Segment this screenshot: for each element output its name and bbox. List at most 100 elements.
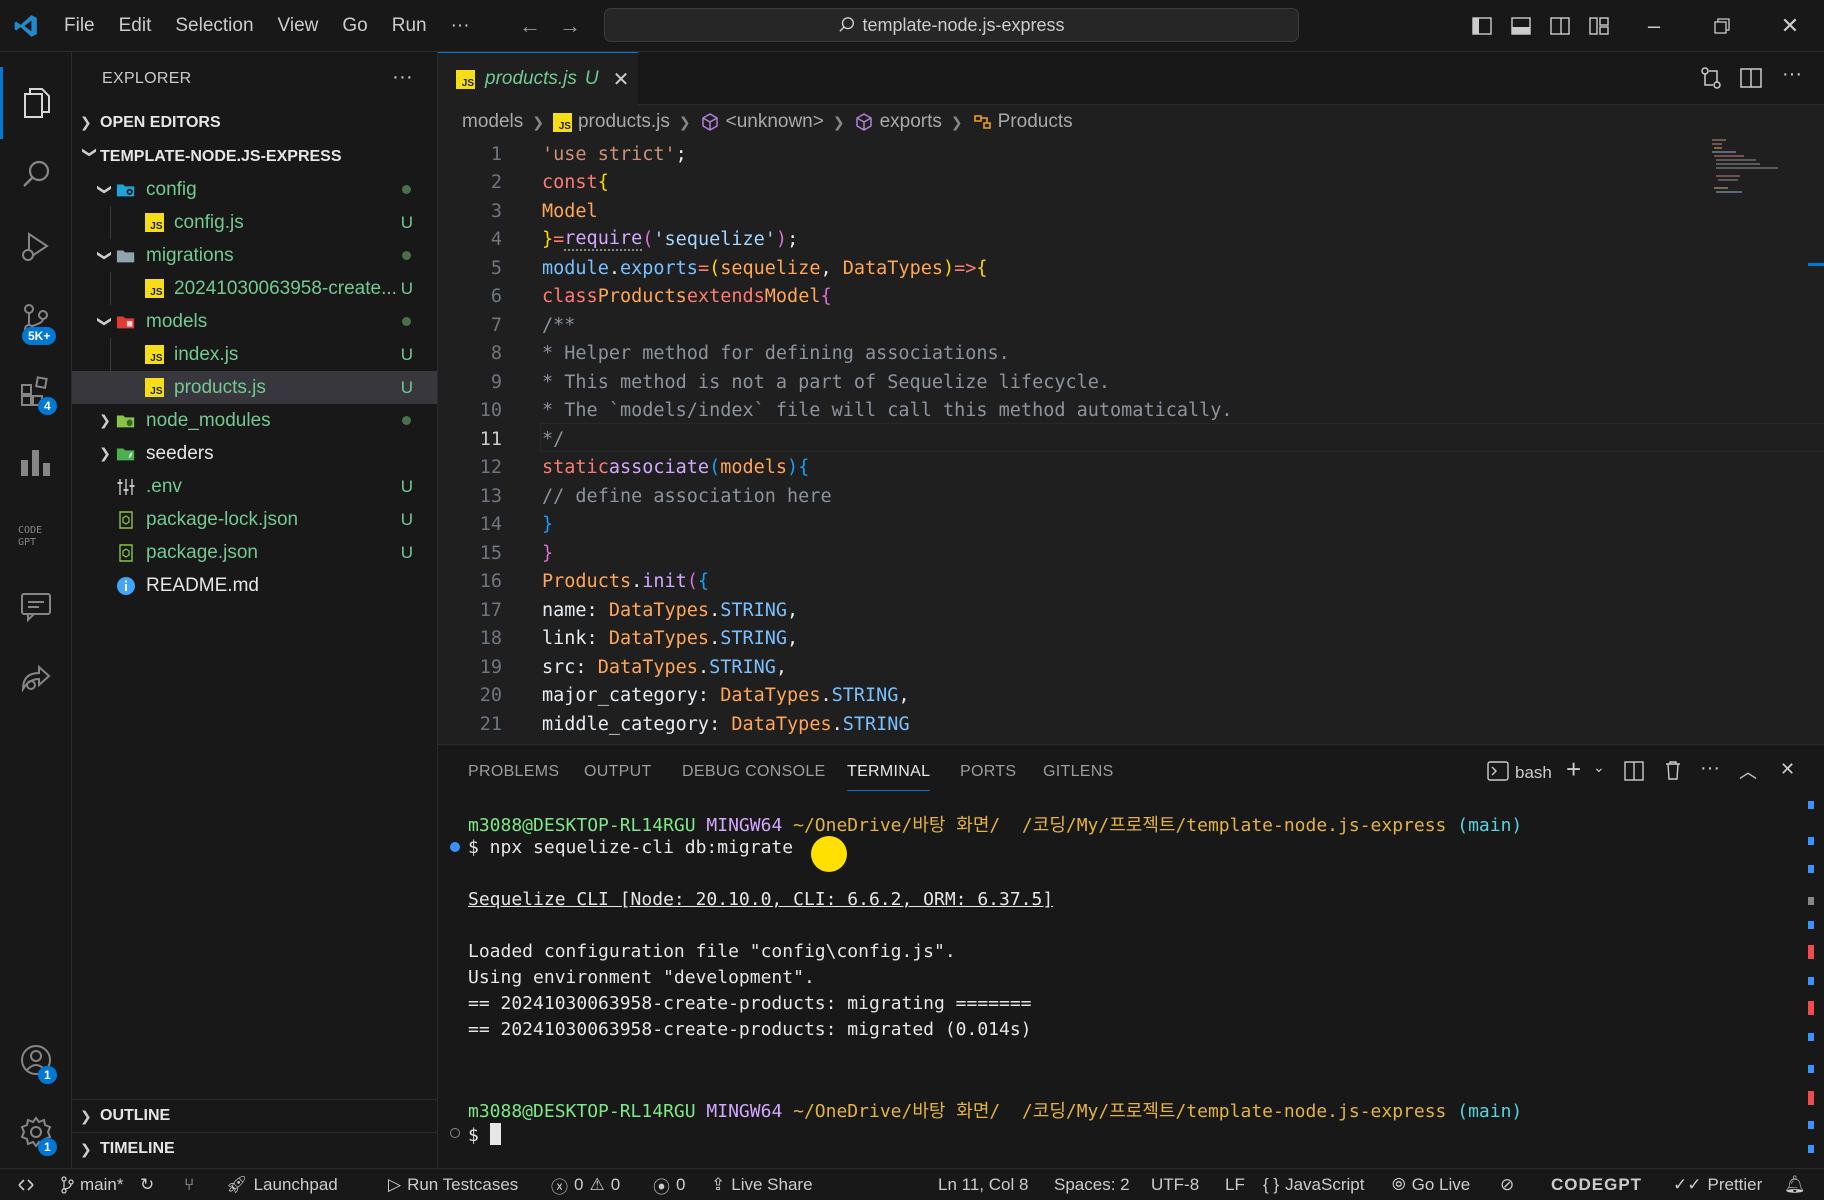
testcases-item[interactable]: ▷ Run Testcases xyxy=(388,1169,518,1200)
breadcrumb-unknown[interactable]: <unknown> xyxy=(726,111,824,133)
tree-item[interactable]: JS index.js U xyxy=(72,338,437,371)
tab-output[interactable]: OUTPUT xyxy=(584,763,652,781)
branch-item[interactable]: main* xyxy=(60,1169,123,1200)
breadcrumb-file[interactable]: products.js xyxy=(578,111,670,133)
outline-section[interactable]: ❯ OUTLINE xyxy=(72,1099,437,1132)
close-tab-icon[interactable]: ✕ xyxy=(613,67,630,92)
new-terminal-icon[interactable]: + xyxy=(1566,754,1581,785)
breadcrumb-products[interactable]: Products xyxy=(998,111,1073,133)
scm-badge: 5K+ xyxy=(22,327,57,345)
command-success-dot[interactable] xyxy=(450,842,460,852)
run-debug-icon[interactable] xyxy=(0,211,72,283)
code-editor[interactable]: 1'use strict'; 2 const { 3 Model 4} = req… xyxy=(438,139,1824,744)
remote-indicator-icon[interactable] xyxy=(0,1169,52,1200)
chevron-down-icon[interactable]: ⌄ xyxy=(1593,759,1605,776)
editor-more-icon[interactable]: ··· xyxy=(1782,63,1802,86)
explorer-icon[interactable] xyxy=(0,67,72,139)
timeline-section[interactable]: ❯ TIMELINE xyxy=(72,1132,437,1165)
explorer-more-icon[interactable]: ··· xyxy=(392,66,413,89)
open-editors-section[interactable]: ❯ OPEN EDITORS xyxy=(72,106,437,139)
chat-icon[interactable] xyxy=(0,571,72,643)
terminal-output[interactable]: m3088@DESKTOP-RL14RGU MINGW64 ~/OneDrive… xyxy=(438,805,1824,1165)
tree-item[interactable]: ❯ config xyxy=(72,173,437,206)
breadcrumb-exports[interactable]: exports xyxy=(880,111,942,133)
forward-arrow-icon[interactable]: → xyxy=(550,13,590,39)
problems-item[interactable]: ⓧ 0 ⚠ 0 xyxy=(551,1169,620,1200)
prompt-dot[interactable] xyxy=(450,1128,460,1138)
ports-item[interactable]: ⦿ 0 xyxy=(653,1169,685,1200)
codegpt-item[interactable]: CODEGPT xyxy=(1551,1169,1642,1200)
golive-item[interactable]: ⦾ Go Live xyxy=(1392,1169,1470,1200)
minimize-icon[interactable]: – xyxy=(1620,0,1688,52)
indent-guide xyxy=(110,338,111,371)
tree-item[interactable]: package-lock.json U xyxy=(72,503,437,536)
toggle-primary-sidebar-icon[interactable] xyxy=(1462,0,1502,52)
compare-changes-icon[interactable] xyxy=(1700,67,1722,94)
extensions-icon[interactable]: 4 xyxy=(0,355,72,427)
close-panel-icon[interactable]: ✕ xyxy=(1780,759,1795,780)
tree-item[interactable]: JS products.js U xyxy=(72,371,437,404)
live-share-icon[interactable] xyxy=(0,643,72,715)
tree-item[interactable]: ❯ models xyxy=(72,305,437,338)
split-terminal-icon[interactable] xyxy=(1624,761,1644,787)
search-view-icon[interactable] xyxy=(0,139,72,211)
tab-terminal[interactable]: TERMINAL xyxy=(847,763,931,791)
tree-item[interactable]: .env U xyxy=(72,470,437,503)
explorer-title-text: EXPLORER xyxy=(102,70,192,87)
tab-debug-console[interactable]: DEBUG CONSOLE xyxy=(682,763,826,781)
tab-problems[interactable]: PROBLEMS xyxy=(468,763,559,781)
tree-item[interactable]: package.json U xyxy=(72,536,437,569)
launchpad-item[interactable]: 🚀︎ Launchpad xyxy=(226,1169,338,1200)
menu-item[interactable]: Go xyxy=(330,0,379,52)
tab-gitlens[interactable]: GITLENS xyxy=(1043,763,1114,781)
tree-item[interactable]: ❯ migrations xyxy=(72,239,437,272)
source-control-icon[interactable]: 5K+ xyxy=(0,283,72,355)
indentation[interactable]: Spaces: 2 xyxy=(1054,1169,1130,1200)
prompt-path: ~/OneDrive/바탕 화면/ /코딩/My/프로젝트/template-n… xyxy=(793,815,1447,836)
minimap[interactable] xyxy=(1708,139,1778,199)
notifications-bell-icon[interactable]: 🔔︎ xyxy=(1784,1169,1806,1200)
tree-item[interactable]: README.md xyxy=(72,569,437,602)
tab-products-js[interactable]: JS products.js U ✕ xyxy=(438,52,638,105)
liveshare-item[interactable]: ⇪ Live Share xyxy=(711,1169,813,1200)
sync-icon[interactable]: ↻ xyxy=(140,1169,154,1200)
maximize-panel-icon[interactable]: ︿ xyxy=(1739,758,1757,784)
terminal-shell-label[interactable]: bash xyxy=(1515,763,1552,783)
prettier-item[interactable]: ✓✓ Prettier xyxy=(1673,1169,1762,1200)
menu-item[interactable]: Run xyxy=(380,0,439,52)
menu-item[interactable]: View xyxy=(266,0,331,52)
tree-item[interactable]: JS 20241030063958-create... U xyxy=(72,272,437,305)
toggle-panel-icon[interactable] xyxy=(1501,0,1541,52)
explorer-title: EXPLORER ··· xyxy=(72,52,437,106)
customize-layout-icon[interactable] xyxy=(1579,0,1619,52)
codegpt-icon[interactable]: CODE GPT xyxy=(0,499,72,571)
encoding[interactable]: UTF-8 xyxy=(1151,1169,1199,1200)
tree-item[interactable]: ❯ seeders xyxy=(72,437,437,470)
breadcrumb-models[interactable]: models xyxy=(462,111,523,133)
accounts-icon[interactable]: 1 xyxy=(0,1024,72,1096)
project-section[interactable]: ❯ TEMPLATE-NODE.JS-EXPRESS xyxy=(72,140,437,173)
tree-item[interactable]: JS config.js U xyxy=(72,206,437,239)
trash-icon[interactable] xyxy=(1664,760,1682,786)
menu-item[interactable]: File xyxy=(52,0,107,52)
end-of-line[interactable]: LF xyxy=(1225,1169,1245,1200)
menu-item[interactable]: Selection xyxy=(163,0,265,52)
tree-item[interactable]: ❯ node_modules xyxy=(72,404,437,437)
cursor-position[interactable]: Ln 11, Col 8 xyxy=(938,1169,1028,1200)
language-item[interactable]: { } JavaScript xyxy=(1263,1169,1364,1200)
back-arrow-icon[interactable]: ← xyxy=(510,13,550,39)
chart-view-icon[interactable] xyxy=(0,427,72,499)
tab-ports[interactable]: PORTS xyxy=(960,763,1016,781)
restore-icon[interactable] xyxy=(1688,0,1756,52)
settings-gear-icon[interactable]: 1 xyxy=(0,1096,72,1168)
split-editor-icon[interactable] xyxy=(1740,67,1762,94)
panel-more-icon[interactable]: ··· xyxy=(1700,757,1720,780)
menu-item[interactable]: Edit xyxy=(107,0,164,52)
close-window-icon[interactable]: ✕ xyxy=(1756,0,1824,52)
menu-item[interactable]: ··· xyxy=(439,0,482,52)
copilot-off-icon[interactable]: ⊘ xyxy=(1500,1169,1514,1200)
git-graph-icon[interactable]: ⑂ xyxy=(184,1169,194,1200)
terminal-scrollbar[interactable] xyxy=(1808,801,1814,1161)
command-center-search[interactable]: template-node.js-express xyxy=(604,8,1299,42)
toggle-secondary-sidebar-icon[interactable] xyxy=(1540,0,1580,52)
